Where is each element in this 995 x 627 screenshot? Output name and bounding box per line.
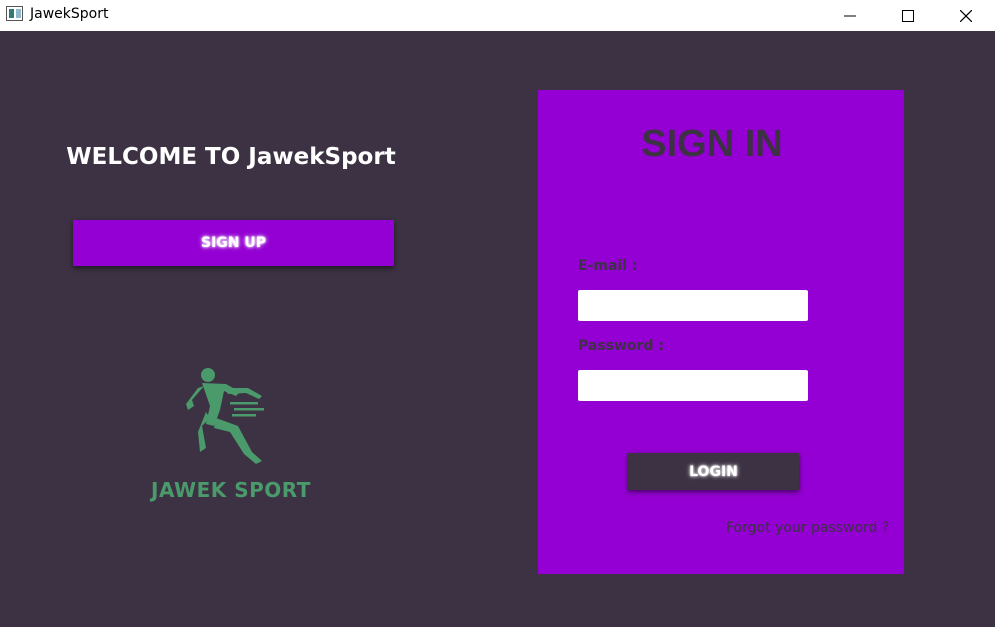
password-label: Password : [578, 338, 664, 354]
maximize-button[interactable] [879, 0, 937, 31]
signup-button[interactable]: SIGN UP [73, 220, 394, 266]
forgot-password-link[interactable]: Forgot your password ? [726, 520, 889, 536]
logo-text: JAWEK SPORT [151, 478, 311, 502]
minimize-icon [844, 15, 856, 16]
email-label: E-mail : [578, 258, 638, 274]
close-icon [960, 9, 972, 22]
close-button[interactable] [937, 0, 995, 31]
email-field[interactable] [578, 290, 808, 321]
title-bar: JawekSport [0, 0, 995, 31]
signin-panel: SIGN IN E-mail : Password : LOGIN Forgot… [538, 90, 904, 574]
window-title: JawekSport [30, 6, 109, 22]
maximize-icon [902, 9, 914, 22]
app-icon [6, 6, 23, 21]
signin-title: SIGN IN [641, 123, 783, 165]
minimize-button[interactable] [821, 0, 879, 31]
welcome-heading: WELCOME TO JawekSport [66, 144, 396, 170]
runner-icon [186, 368, 264, 464]
main-area: WELCOME TO JawekSport SIGN UP JAWEK SPOR… [0, 31, 995, 627]
jawek-sport-logo: JAWEK SPORT [140, 366, 325, 506]
password-field[interactable] [578, 370, 808, 401]
login-button[interactable]: LOGIN [628, 453, 799, 490]
